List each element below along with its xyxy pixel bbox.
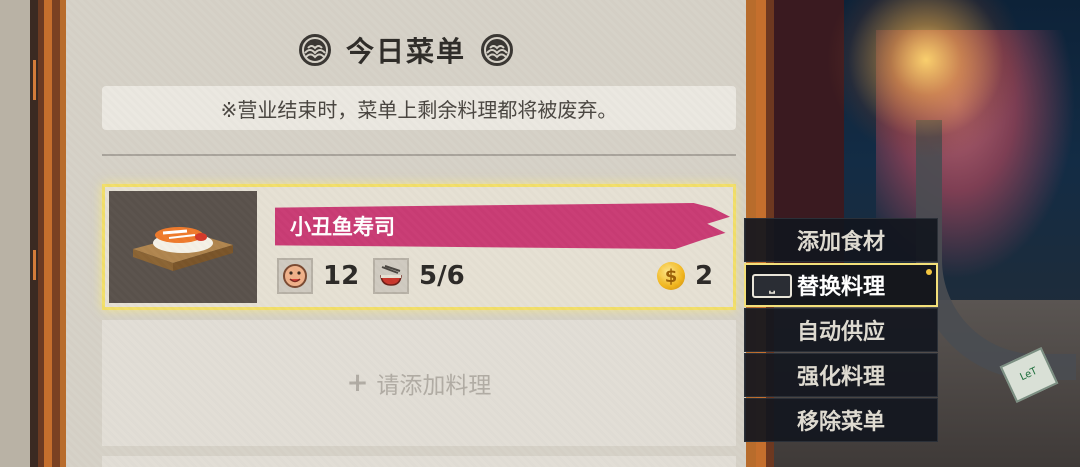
sushi-icon <box>133 227 233 271</box>
menu-item-replace-dish[interactable]: ⎵ 替换料理 <box>744 263 938 307</box>
dish-name: 小丑鱼寿司 <box>290 215 395 239</box>
page-title: 今日菜单 <box>345 35 466 68</box>
taste-value: 12 <box>323 261 360 291</box>
menu-item-label: 替换料理 <box>796 275 885 300</box>
taste-stat: 12 <box>277 257 359 295</box>
dish-context-menu: 添加食材 ⎵ 替换料理 自动供应 强化料理 移除菜单 <box>744 218 938 443</box>
wave-emblem-icon <box>481 34 513 66</box>
coin-symbol: $ <box>664 265 678 287</box>
menu-title-row: 今日菜单 <box>66 28 746 72</box>
wave-emblem-icon <box>298 34 331 66</box>
servings-value: 5/6 <box>419 261 465 291</box>
menu-item-label: 添加食材 <box>796 230 885 255</box>
gold-coin-icon: $ <box>657 262 685 290</box>
price-value: 2 <box>695 261 714 291</box>
menu-item-remove-dish[interactable]: 移除菜单 <box>744 398 938 442</box>
menu-item-add-ingredient[interactable]: 添加食材 <box>744 218 938 262</box>
menu-item-auto-supply[interactable]: 自动供应 <box>744 308 938 352</box>
lantern-stripe <box>33 60 36 100</box>
dish-slot[interactable] <box>102 456 736 467</box>
price-stat: $ 2 <box>657 257 713 295</box>
bowl-icon <box>373 258 409 294</box>
dish-card[interactable]: 小丑鱼寿司 12 5/6 $ 2 <box>102 184 736 310</box>
servings-stat: 5/6 <box>373 257 465 295</box>
menu-item-upgrade-dish[interactable]: 强化料理 <box>744 353 938 397</box>
add-dish-slot[interactable]: + 请添加料理 <box>102 320 736 446</box>
menu-panel: 今日菜单 ※营业结束时，菜单上剩余料理都将被废弃。 小丑鱼寿司 12 5/6 $… <box>60 0 756 467</box>
notification-dot <box>926 269 932 275</box>
menu-item-label: 自动供应 <box>796 320 885 345</box>
menu-item-label: 强化料理 <box>796 365 885 390</box>
add-dish-label: 请添加料理 <box>376 373 492 399</box>
space-key-icon: ⎵ <box>752 274 792 298</box>
dish-thumbnail <box>109 191 257 303</box>
lantern-stripe <box>33 250 36 280</box>
divider <box>102 154 736 156</box>
menu-notice: ※营业结束时，菜单上剩余料理都将被废弃。 <box>102 86 736 130</box>
taste-face-icon <box>277 258 313 294</box>
left-background <box>0 0 60 467</box>
menu-item-label: 移除菜单 <box>796 410 885 435</box>
plus-icon: + <box>346 368 369 398</box>
